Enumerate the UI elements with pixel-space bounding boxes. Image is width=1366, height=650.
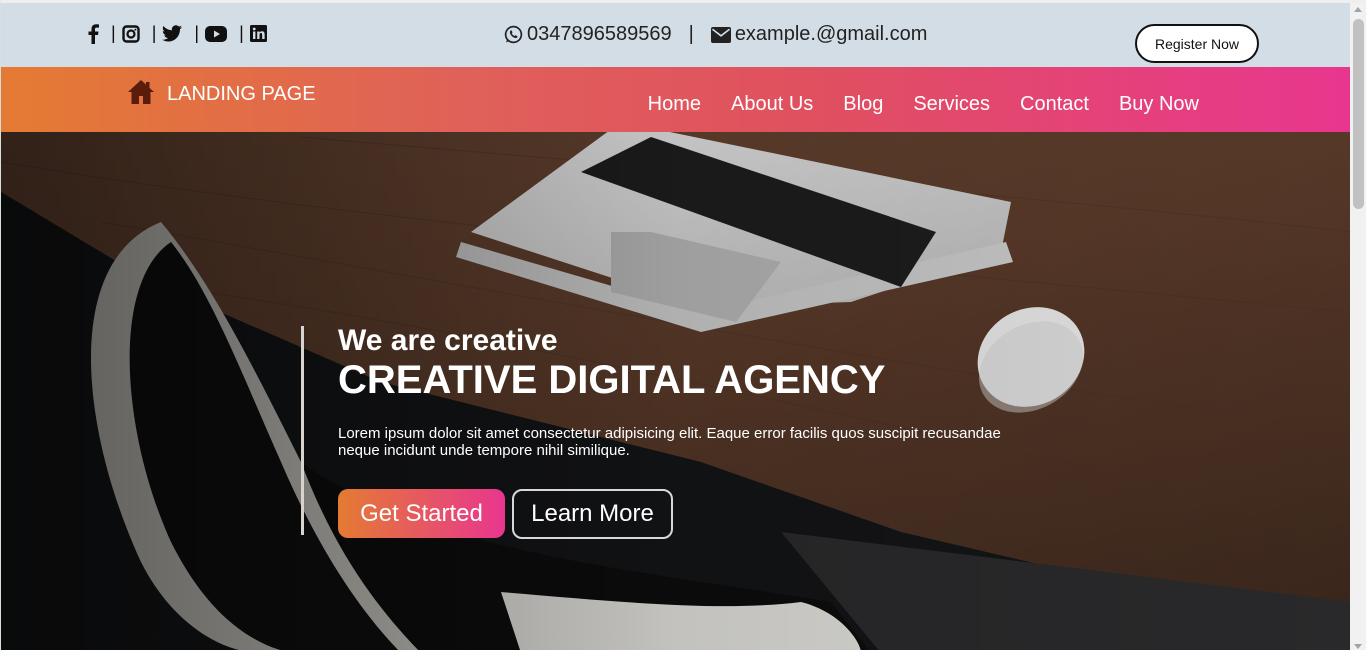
phone-number[interactable]: 0347896589569 xyxy=(527,23,672,46)
brand[interactable]: LANDING PAGE xyxy=(127,79,316,106)
hero-tagline: We are creative xyxy=(338,324,558,357)
hero-headline: CREATIVE DIGITAL AGENCY xyxy=(338,358,886,402)
linkedin-icon xyxy=(249,25,267,42)
linkedin-link[interactable] xyxy=(249,25,267,42)
nav-services[interactable]: Services xyxy=(913,93,990,116)
main-menu: Home About Us Blog Services Contact Buy … xyxy=(648,93,1199,116)
email-address[interactable]: example.@gmail.com xyxy=(735,23,928,46)
nav-home[interactable]: Home xyxy=(648,93,701,116)
hero-description: Lorem ipsum dolor sit amet consectetur a… xyxy=(338,425,1001,459)
nav-about-us[interactable]: About Us xyxy=(731,93,813,116)
youtube-link[interactable] xyxy=(205,25,228,42)
contact-info: 0347896589569 | example.@gmail.com xyxy=(504,23,927,46)
brand-name: LANDING PAGE xyxy=(167,83,316,105)
facebook-icon xyxy=(88,23,99,44)
navbar: LANDING PAGE Home About Us Blog Services… xyxy=(1,67,1350,132)
envelope-icon xyxy=(710,26,731,43)
scrollbar-thumb[interactable] xyxy=(1353,19,1364,209)
twitter-link[interactable] xyxy=(162,25,183,42)
nav-contact[interactable]: Contact xyxy=(1020,93,1089,116)
social-links: | | | | xyxy=(87,23,267,44)
learn-more-button[interactable]: Learn More xyxy=(512,489,673,539)
nav-buy-now[interactable]: Buy Now xyxy=(1119,93,1199,116)
top-bar: | | | | 0347896589569 | example.@gmail.c… xyxy=(1,3,1350,67)
separator: | xyxy=(111,23,116,43)
scroll-up-arrow-icon[interactable] xyxy=(1354,7,1362,12)
twitter-icon xyxy=(162,25,183,42)
facebook-link[interactable] xyxy=(87,23,99,44)
register-now-button[interactable]: Register Now xyxy=(1135,24,1259,63)
instagram-link[interactable] xyxy=(121,24,140,43)
landing-page: | | | | 0347896589569 | example.@gmail.c… xyxy=(0,0,1366,650)
scroll-down-arrow-icon[interactable] xyxy=(1354,644,1362,649)
instagram-icon xyxy=(121,24,140,43)
youtube-icon xyxy=(205,25,228,42)
nav-blog[interactable]: Blog xyxy=(843,93,883,116)
separator: | xyxy=(239,23,244,43)
hero-section: We are creative CREATIVE DIGITAL AGENCY … xyxy=(1,132,1350,650)
separator: | xyxy=(194,23,200,43)
accent-divider xyxy=(301,326,304,535)
home-icon xyxy=(128,79,154,104)
separator: | xyxy=(151,23,157,43)
contact-separator: | xyxy=(688,23,694,45)
whatsapp-icon xyxy=(504,25,523,44)
page-scrollbar[interactable] xyxy=(1350,3,1366,650)
get-started-button[interactable]: Get Started xyxy=(338,489,505,538)
